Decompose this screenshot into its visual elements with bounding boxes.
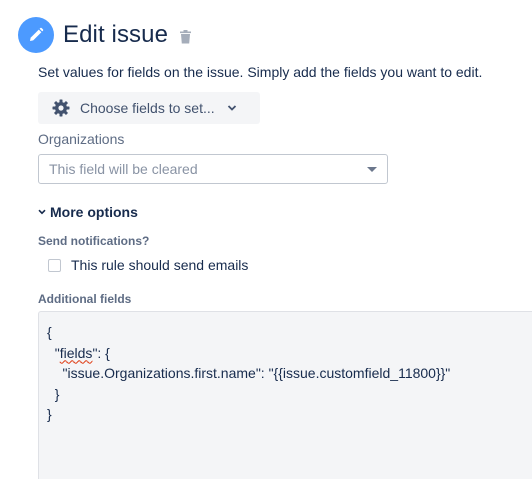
additional-fields-label: Additional fields	[38, 292, 132, 306]
trash-icon[interactable]	[180, 30, 192, 44]
more-options-label: More options	[50, 204, 138, 220]
misspelled-token: fields	[59, 344, 93, 361]
additional-fields-editor[interactable]: { "fields": { "issue.Organizations.first…	[38, 311, 532, 479]
send-emails-checkbox-row[interactable]: This rule should send emails	[48, 257, 248, 273]
choose-fields-button[interactable]: Choose fields to set...	[38, 92, 260, 124]
code-line: "issue.Organizations.first.name": "{{iss…	[47, 365, 451, 381]
pencil-icon	[18, 17, 54, 53]
code-line: {	[47, 324, 52, 340]
chevron-down-icon	[227, 104, 237, 112]
send-emails-label: This rule should send emails	[71, 257, 249, 273]
edit-issue-panel: Edit issue Set values for fields on the …	[0, 0, 532, 479]
description-text: Set values for fields on the issue. Simp…	[38, 64, 483, 80]
page-title: Edit issue	[63, 21, 169, 48]
organizations-label: Organizations	[38, 131, 125, 147]
send-notifications-label: Send notifications?	[38, 234, 150, 248]
code-line: "fields": {	[47, 343, 532, 364]
caret-down-icon	[367, 166, 377, 172]
send-emails-checkbox[interactable]	[48, 258, 61, 272]
organizations-placeholder: This field will be cleared	[49, 161, 198, 177]
code-line: }	[47, 406, 52, 422]
gear-icon	[52, 99, 70, 117]
code-token: "	[47, 344, 60, 361]
more-options-toggle[interactable]: More options	[38, 204, 138, 220]
code-token: ": {	[92, 344, 110, 361]
header: Edit issue	[18, 17, 192, 53]
chevron-down-icon	[38, 209, 46, 215]
organizations-select[interactable]: This field will be cleared	[38, 154, 388, 184]
choose-fields-label: Choose fields to set...	[80, 100, 215, 116]
code-line: }	[47, 385, 60, 402]
